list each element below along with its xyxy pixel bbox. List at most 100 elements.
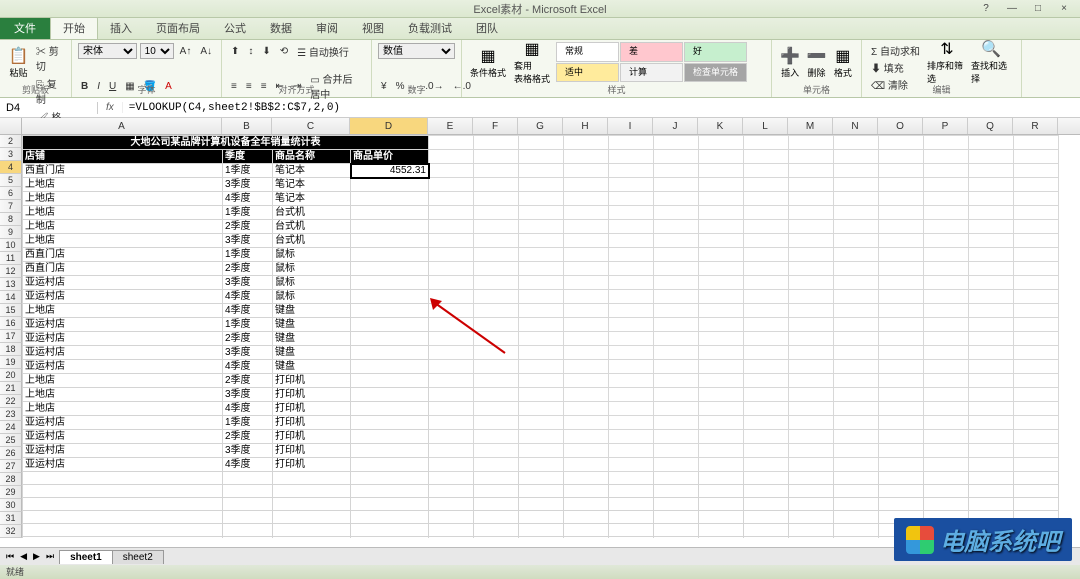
maximize-button[interactable]: □: [1026, 2, 1050, 16]
col-header-M[interactable]: M: [788, 118, 833, 134]
font-name-select[interactable]: 宋体: [78, 43, 137, 59]
delete-cells-button[interactable]: ➖删除: [804, 42, 828, 82]
col-header-H[interactable]: H: [563, 118, 608, 134]
sheet-nav-first[interactable]: ⏮: [4, 551, 16, 562]
tab-page-layout[interactable]: 页面布局: [144, 17, 212, 39]
format-cells-button[interactable]: ▦格式: [831, 42, 855, 82]
sheet-nav-next[interactable]: ▶: [31, 551, 42, 562]
help-button[interactable]: ?: [974, 2, 998, 16]
col-header-B[interactable]: B: [222, 118, 272, 134]
row-header-23[interactable]: 23: [0, 408, 22, 421]
row-header-22[interactable]: 22: [0, 395, 22, 408]
row-header-15[interactable]: 15: [0, 304, 22, 317]
sheet-nav-last[interactable]: ⏭: [44, 551, 56, 562]
row-header-18[interactable]: 18: [0, 343, 22, 356]
tab-formulas[interactable]: 公式: [212, 17, 258, 39]
row-header-16[interactable]: 16: [0, 317, 22, 330]
tab-home[interactable]: 开始: [50, 16, 98, 39]
row-header-5[interactable]: 5: [0, 174, 22, 187]
col-header-E[interactable]: E: [428, 118, 473, 134]
style-normal[interactable]: 常规: [556, 42, 619, 62]
row-header-29[interactable]: 29: [0, 486, 22, 499]
tab-insert[interactable]: 插入: [98, 17, 144, 39]
tab-team[interactable]: 团队: [464, 17, 510, 39]
col-header-A[interactable]: A: [22, 118, 222, 134]
tab-view[interactable]: 视图: [350, 17, 396, 39]
col-header-P[interactable]: P: [923, 118, 968, 134]
row-header-24[interactable]: 24: [0, 421, 22, 434]
row-header-31[interactable]: 31: [0, 512, 22, 525]
row-header-21[interactable]: 21: [0, 382, 22, 395]
spreadsheet-grid[interactable]: ABCDEFGHIJKLMNOPQR 234567891011121314151…: [0, 118, 1080, 538]
row-header-14[interactable]: 14: [0, 291, 22, 304]
align-top-button[interactable]: ⬆: [228, 45, 242, 58]
orientation-button[interactable]: ⟲: [277, 45, 291, 58]
style-mid[interactable]: 适中: [556, 63, 619, 83]
col-header-F[interactable]: F: [473, 118, 518, 134]
number-format-select[interactable]: 数值: [378, 43, 455, 59]
sheet-tab-2[interactable]: sheet2: [112, 550, 164, 564]
tab-data[interactable]: 数据: [258, 17, 304, 39]
minimize-button[interactable]: —: [1000, 2, 1024, 16]
row-header-30[interactable]: 30: [0, 499, 22, 512]
col-header-O[interactable]: O: [878, 118, 923, 134]
col-header-K[interactable]: K: [698, 118, 743, 134]
style-calc[interactable]: 计算: [620, 63, 683, 83]
row-header-4[interactable]: 4: [0, 161, 22, 174]
row-header-11[interactable]: 11: [0, 252, 22, 265]
sheet-nav-prev[interactable]: ◀: [18, 551, 29, 562]
col-header-N[interactable]: N: [833, 118, 878, 134]
row-header-20[interactable]: 20: [0, 369, 22, 382]
select-all-corner[interactable]: [0, 118, 22, 134]
sort-filter-button[interactable]: ⇅排序和筛选: [927, 42, 967, 82]
paste-button[interactable]: 📋粘贴: [6, 42, 31, 82]
col-header-J[interactable]: J: [653, 118, 698, 134]
row-header-25[interactable]: 25: [0, 434, 22, 447]
fx-button[interactable]: fx: [98, 102, 123, 113]
find-select-button[interactable]: 🔍查找和选择: [971, 42, 1011, 82]
row-header-26[interactable]: 26: [0, 447, 22, 460]
row-header-2[interactable]: 2: [0, 135, 22, 148]
insert-cells-button[interactable]: ➕插入: [778, 42, 802, 82]
increase-font-button[interactable]: A↑: [177, 45, 195, 58]
col-header-I[interactable]: I: [608, 118, 653, 134]
align-bottom-button[interactable]: ⬇: [259, 45, 273, 58]
style-good[interactable]: 好: [684, 42, 747, 62]
row-header-10[interactable]: 10: [0, 239, 22, 252]
row-header-19[interactable]: 19: [0, 356, 22, 369]
row-header-12[interactable]: 12: [0, 265, 22, 278]
col-header-G[interactable]: G: [518, 118, 563, 134]
conditional-format-button[interactable]: ▦条件格式: [468, 42, 508, 82]
decrease-font-button[interactable]: A↓: [197, 45, 215, 58]
col-header-L[interactable]: L: [743, 118, 788, 134]
align-middle-button[interactable]: ↕: [245, 45, 256, 58]
cut-button[interactable]: ✂ 剪切: [33, 42, 65, 74]
style-check[interactable]: 检查单元格: [684, 63, 747, 83]
row-header-13[interactable]: 13: [0, 278, 22, 291]
cells-area[interactable]: 大地公司某品牌计算机设备全年销量统计表店铺季度商品名称商品单价西直门店1季度笔记…: [22, 135, 1059, 538]
sheet-tab-1[interactable]: sheet1: [59, 550, 113, 564]
row-header-7[interactable]: 7: [0, 200, 22, 213]
col-header-C[interactable]: C: [272, 118, 350, 134]
tab-review[interactable]: 审阅: [304, 17, 350, 39]
col-header-Q[interactable]: Q: [968, 118, 1013, 134]
row-header-3[interactable]: 3: [0, 148, 22, 161]
wrap-text-button[interactable]: ☰ 自动换行: [294, 43, 352, 60]
row-header-9[interactable]: 9: [0, 226, 22, 239]
formula-input[interactable]: =VLOOKUP(C4,sheet2!$B$2:C$7,2,0): [123, 102, 1080, 114]
row-header-28[interactable]: 28: [0, 473, 22, 486]
font-size-select[interactable]: 10: [140, 43, 174, 59]
row-header-27[interactable]: 27: [0, 460, 22, 473]
file-tab[interactable]: 文件: [0, 17, 50, 39]
tab-load-test[interactable]: 负载测试: [396, 17, 464, 39]
row-header-8[interactable]: 8: [0, 213, 22, 226]
table-format-button[interactable]: ▦套用 表格格式: [512, 42, 552, 82]
autosum-button[interactable]: Σ 自动求和: [868, 42, 923, 59]
fill-button[interactable]: ⬇ 填充: [868, 59, 923, 76]
style-bad[interactable]: 差: [620, 42, 683, 62]
row-header-17[interactable]: 17: [0, 330, 22, 343]
col-header-R[interactable]: R: [1013, 118, 1058, 134]
col-header-D[interactable]: D: [350, 118, 428, 134]
row-header-32[interactable]: 32: [0, 525, 22, 538]
close-button[interactable]: ×: [1052, 2, 1076, 16]
